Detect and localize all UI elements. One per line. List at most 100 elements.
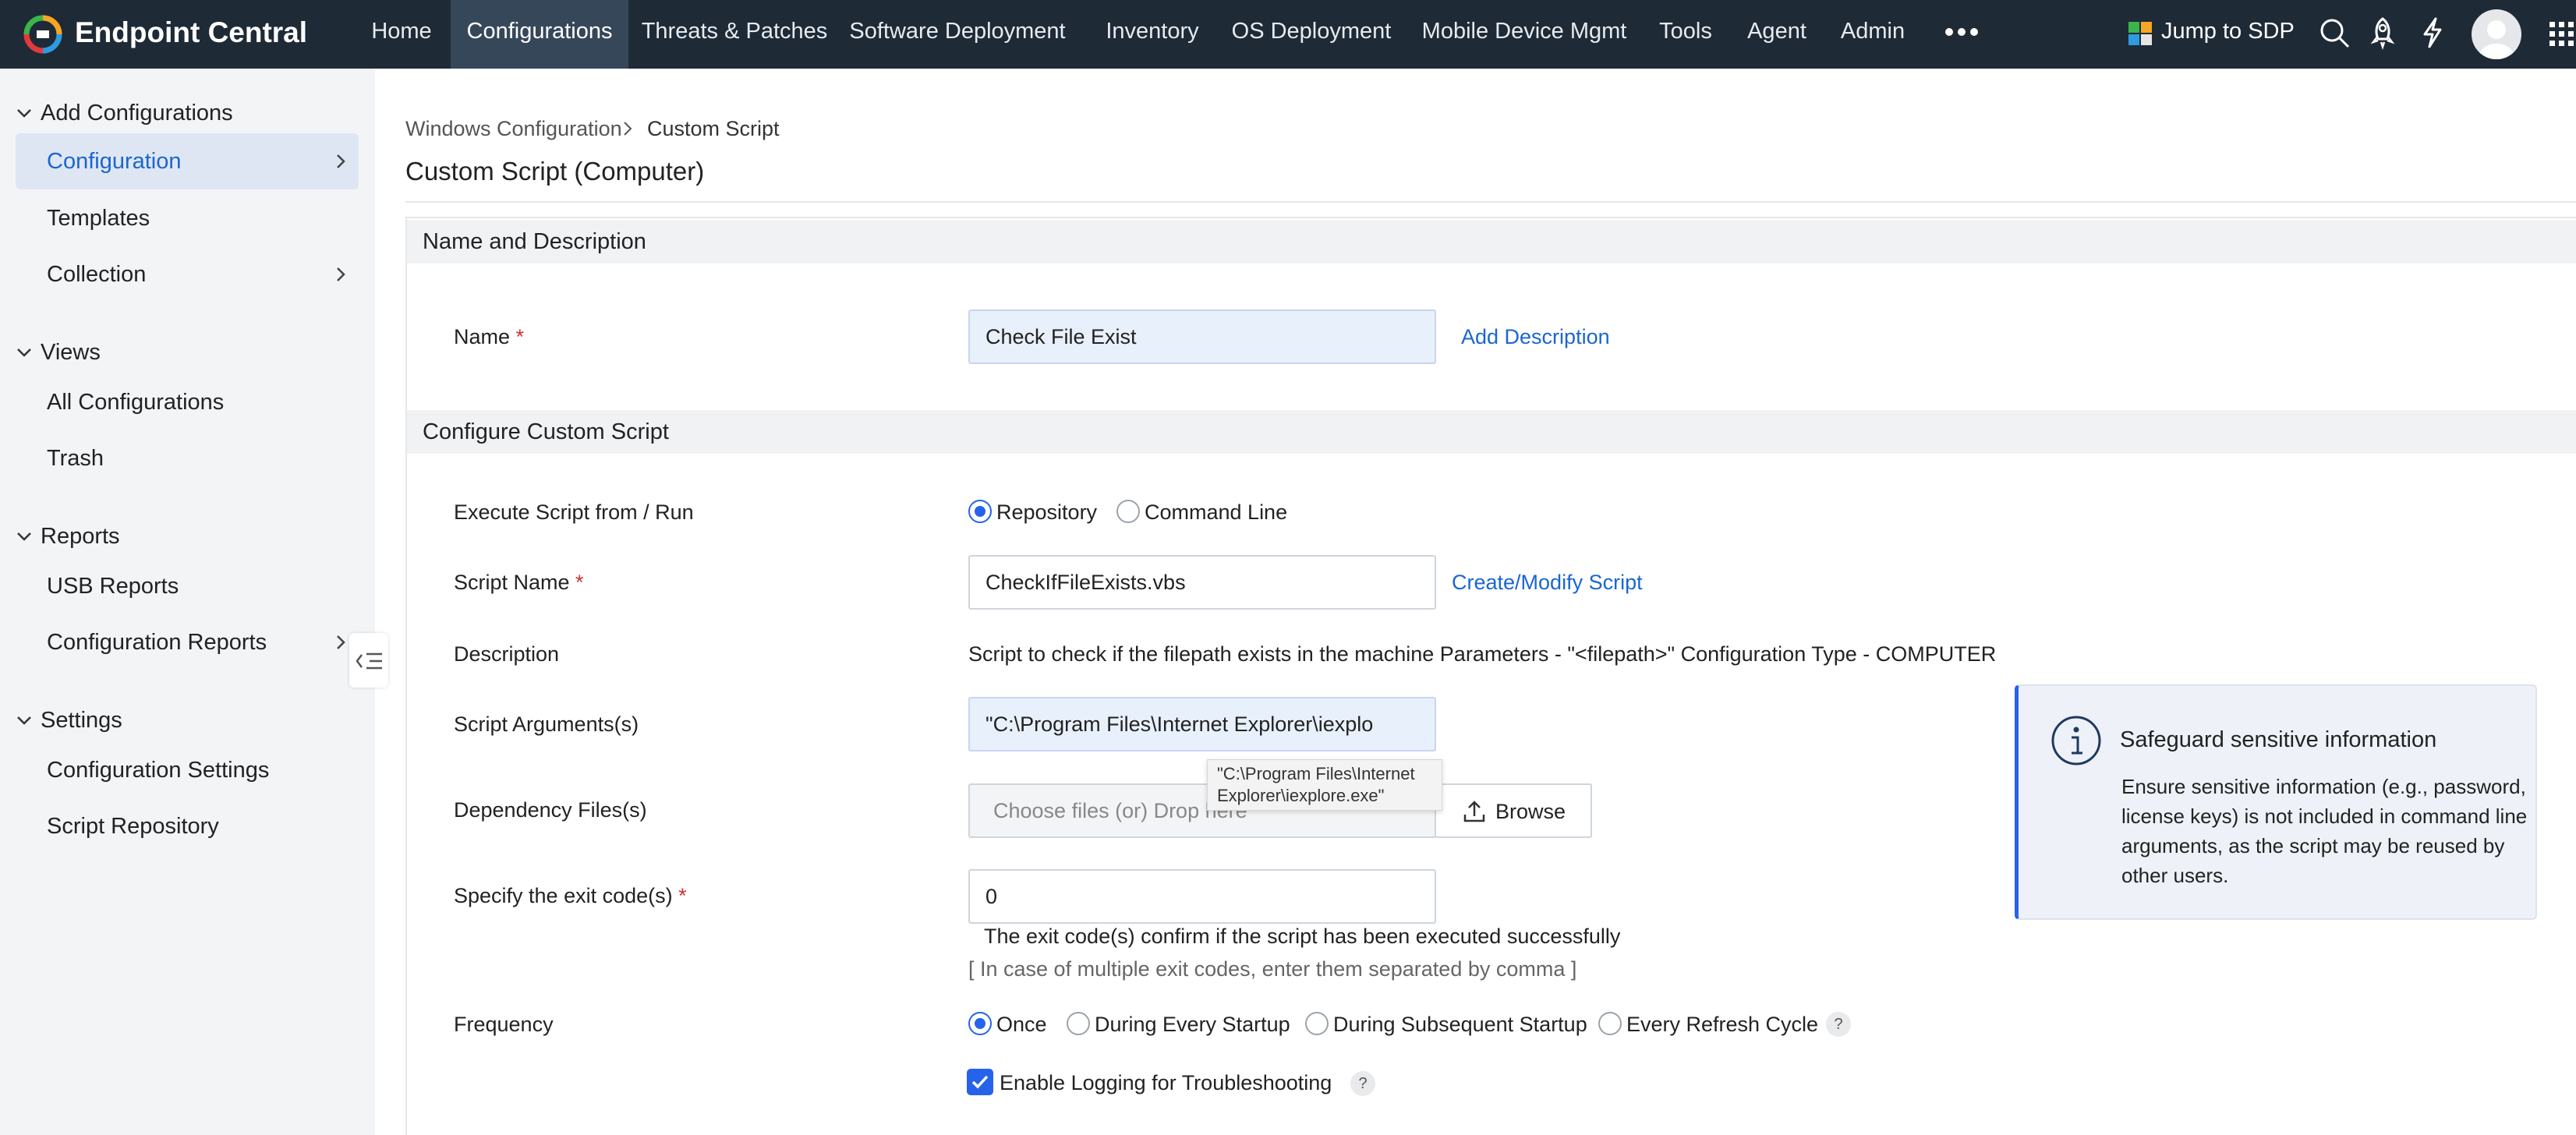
script-arguments-input[interactable]: "C:\Program Files\Internet Explorer\iexp… <box>968 697 1436 751</box>
radio-subsequent-startup-label[interactable]: During Subsequent Startup <box>1333 1011 1587 1038</box>
apps-grid-icon[interactable] <box>2548 19 2576 50</box>
nav-threats-patches[interactable]: Threats & Patches <box>638 0 831 69</box>
frequency-label: Frequency <box>454 1013 554 1036</box>
sdp-icon <box>2128 22 2152 45</box>
sidebar-item-all-configurations[interactable]: All Configurations <box>47 388 224 416</box>
chevron-right-icon[interactable] <box>334 153 348 170</box>
chevron-down-icon[interactable] <box>16 104 33 122</box>
exit-code-hint: The exit code(s) confirm if the script h… <box>984 925 1621 948</box>
chevron-down-icon[interactable] <box>16 528 33 545</box>
info-card-title: Safeguard sensitive information <box>2120 727 2437 752</box>
nav-home[interactable]: Home <box>359 0 444 69</box>
logging-help-icon[interactable]: ? <box>1350 1071 1375 1096</box>
radio-every-refresh-cycle[interactable] <box>1598 1012 1622 1035</box>
section-header-name-description <box>407 220 2576 263</box>
breadcrumb-current: Custom Script <box>647 117 780 140</box>
sidebar-item-configuration[interactable]: Configuration <box>47 147 182 175</box>
script-arguments-label: Script Arguments(s) <box>454 712 639 736</box>
checkmark-icon <box>971 1075 989 1089</box>
form-panel <box>405 217 2576 1135</box>
more-horizontal-icon[interactable] <box>1944 27 1979 37</box>
safeguard-info-card: Safeguard sensitive information Ensure s… <box>2015 684 2537 920</box>
radio-command-line-label[interactable]: Command Line <box>1145 499 1287 525</box>
radio-every-refresh-cycle-label[interactable]: Every Refresh Cycle <box>1626 1011 1818 1038</box>
info-card-line-1: Ensure sensitive information (e.g., pass… <box>2121 775 2526 798</box>
tooltip-line-2: Explorer\iexplore.exe" <box>1217 786 1385 805</box>
sidebar-item-configuration-settings[interactable]: Configuration Settings <box>47 756 269 784</box>
avatar[interactable] <box>2472 9 2521 59</box>
chevron-down-icon[interactable] <box>16 344 33 361</box>
sidebar-section-settings[interactable]: Settings <box>41 706 122 734</box>
top-nav-bar: Endpoint Central Home Configurations Thr… <box>0 0 2576 69</box>
sidebar-item-configuration-reports[interactable]: Configuration Reports <box>47 628 267 656</box>
description-value: Script to check if the filepath exists i… <box>968 642 1997 666</box>
collapse-menu-icon <box>356 652 382 670</box>
execute-label: Execute Script from / Run <box>454 500 694 524</box>
title-divider <box>405 201 2576 203</box>
chevron-right-icon[interactable] <box>334 266 348 283</box>
dependency-files-label: Dependency Files(s) <box>454 798 647 822</box>
radio-every-startup-label[interactable]: During Every Startup <box>1095 1011 1290 1038</box>
description-label: Description <box>454 642 560 666</box>
create-modify-script-link[interactable]: Create/Modify Script <box>1452 569 1643 596</box>
nav-os-deployment[interactable]: OS Deployment <box>1226 0 1397 69</box>
enable-logging-checkbox[interactable] <box>967 1069 993 1095</box>
enable-logging-label[interactable]: Enable Logging for Troubleshooting <box>1000 1070 1332 1096</box>
script-name-input[interactable]: CheckIfFileExists.vbs <box>968 555 1436 610</box>
app-title[interactable]: Endpoint Central <box>75 16 307 50</box>
name-label: Name * <box>454 325 525 348</box>
browse-button[interactable]: Browse <box>1435 783 1592 838</box>
radio-every-startup[interactable] <box>1067 1012 1090 1035</box>
tooltip-line-1: "C:\Program Files\Internet <box>1217 764 1415 783</box>
rocket-icon[interactable] <box>2365 16 2400 50</box>
sidebar-section-add-configurations[interactable]: Add Configurations <box>41 99 233 127</box>
chevron-down-icon[interactable] <box>16 712 33 729</box>
sidebar-item-templates[interactable]: Templates <box>47 204 150 232</box>
nav-agent[interactable]: Agent <box>1740 0 1813 69</box>
nav-inventory[interactable]: Inventory <box>1098 0 1207 69</box>
user-avatar-icon <box>2479 20 2514 59</box>
radio-command-line[interactable] <box>1116 500 1140 523</box>
name-input[interactable]: Check File Exist <box>968 309 1436 364</box>
sidebar-item-usb-reports[interactable]: USB Reports <box>47 572 179 600</box>
nav-configurations[interactable]: Configurations <box>451 0 628 69</box>
info-card-line-3: arguments, as the script may be reused b… <box>2121 834 2505 857</box>
sidebar-section-reports[interactable]: Reports <box>41 522 120 550</box>
search-icon[interactable] <box>2317 16 2351 50</box>
nav-tools[interactable]: Tools <box>1651 0 1720 69</box>
endpoint-central-logo[interactable] <box>23 15 62 54</box>
section-title-configure-script: Configure Custom Script <box>423 419 669 444</box>
radio-subsequent-startup[interactable] <box>1305 1012 1329 1035</box>
nav-software-deployment[interactable]: Software Deployment <box>847 0 1068 69</box>
info-card-line-2: license keys) is not included in command… <box>2121 804 2528 828</box>
breadcrumb-parent[interactable]: Windows Configuration <box>405 115 622 142</box>
exit-code-label: Specify the exit code(s) * <box>454 884 687 907</box>
exit-code-input[interactable]: 0 <box>968 869 1436 924</box>
add-description-link[interactable]: Add Description <box>1461 324 1610 350</box>
breadcrumb-separator-icon <box>624 122 632 136</box>
script-name-label: Script Name * <box>454 571 584 594</box>
sidebar-section-views[interactable]: Views <box>41 338 101 366</box>
page-title: Custom Script (Computer) <box>405 157 705 186</box>
radio-once-label[interactable]: Once <box>996 1011 1047 1038</box>
nav-admin[interactable]: Admin <box>1834 0 1912 69</box>
chevron-right-icon[interactable] <box>334 634 348 651</box>
upload-icon <box>1463 801 1485 822</box>
lightning-icon[interactable] <box>2415 16 2450 50</box>
section-title-name-description: Name and Description <box>423 229 646 254</box>
radio-once[interactable] <box>968 1012 992 1035</box>
sidebar-item-trash[interactable]: Trash <box>47 444 104 472</box>
browse-label: Browse <box>1495 800 1566 823</box>
nav-mobile-device-mgmt[interactable]: Mobile Device Mgmt <box>1417 0 1631 69</box>
jump-to-sdp-link[interactable]: Jump to SDP <box>2161 0 2295 69</box>
radio-repository-label[interactable]: Repository <box>996 499 1097 525</box>
section-header-configure-script <box>407 410 2576 454</box>
frequency-help-icon[interactable]: ? <box>1826 1012 1851 1037</box>
sidebar-item-script-repository[interactable]: Script Repository <box>47 812 219 840</box>
arguments-tooltip: "C:\Program Files\Internet Explorer\iexp… <box>1207 759 1442 811</box>
info-card-line-4: other users. <box>2121 864 2229 887</box>
sidebar-collapse-button[interactable] <box>349 633 388 688</box>
exit-code-hint-multiple: [ In case of multiple exit codes, enter … <box>968 957 1577 981</box>
sidebar-item-collection[interactable]: Collection <box>47 260 146 288</box>
radio-repository[interactable] <box>968 500 992 523</box>
